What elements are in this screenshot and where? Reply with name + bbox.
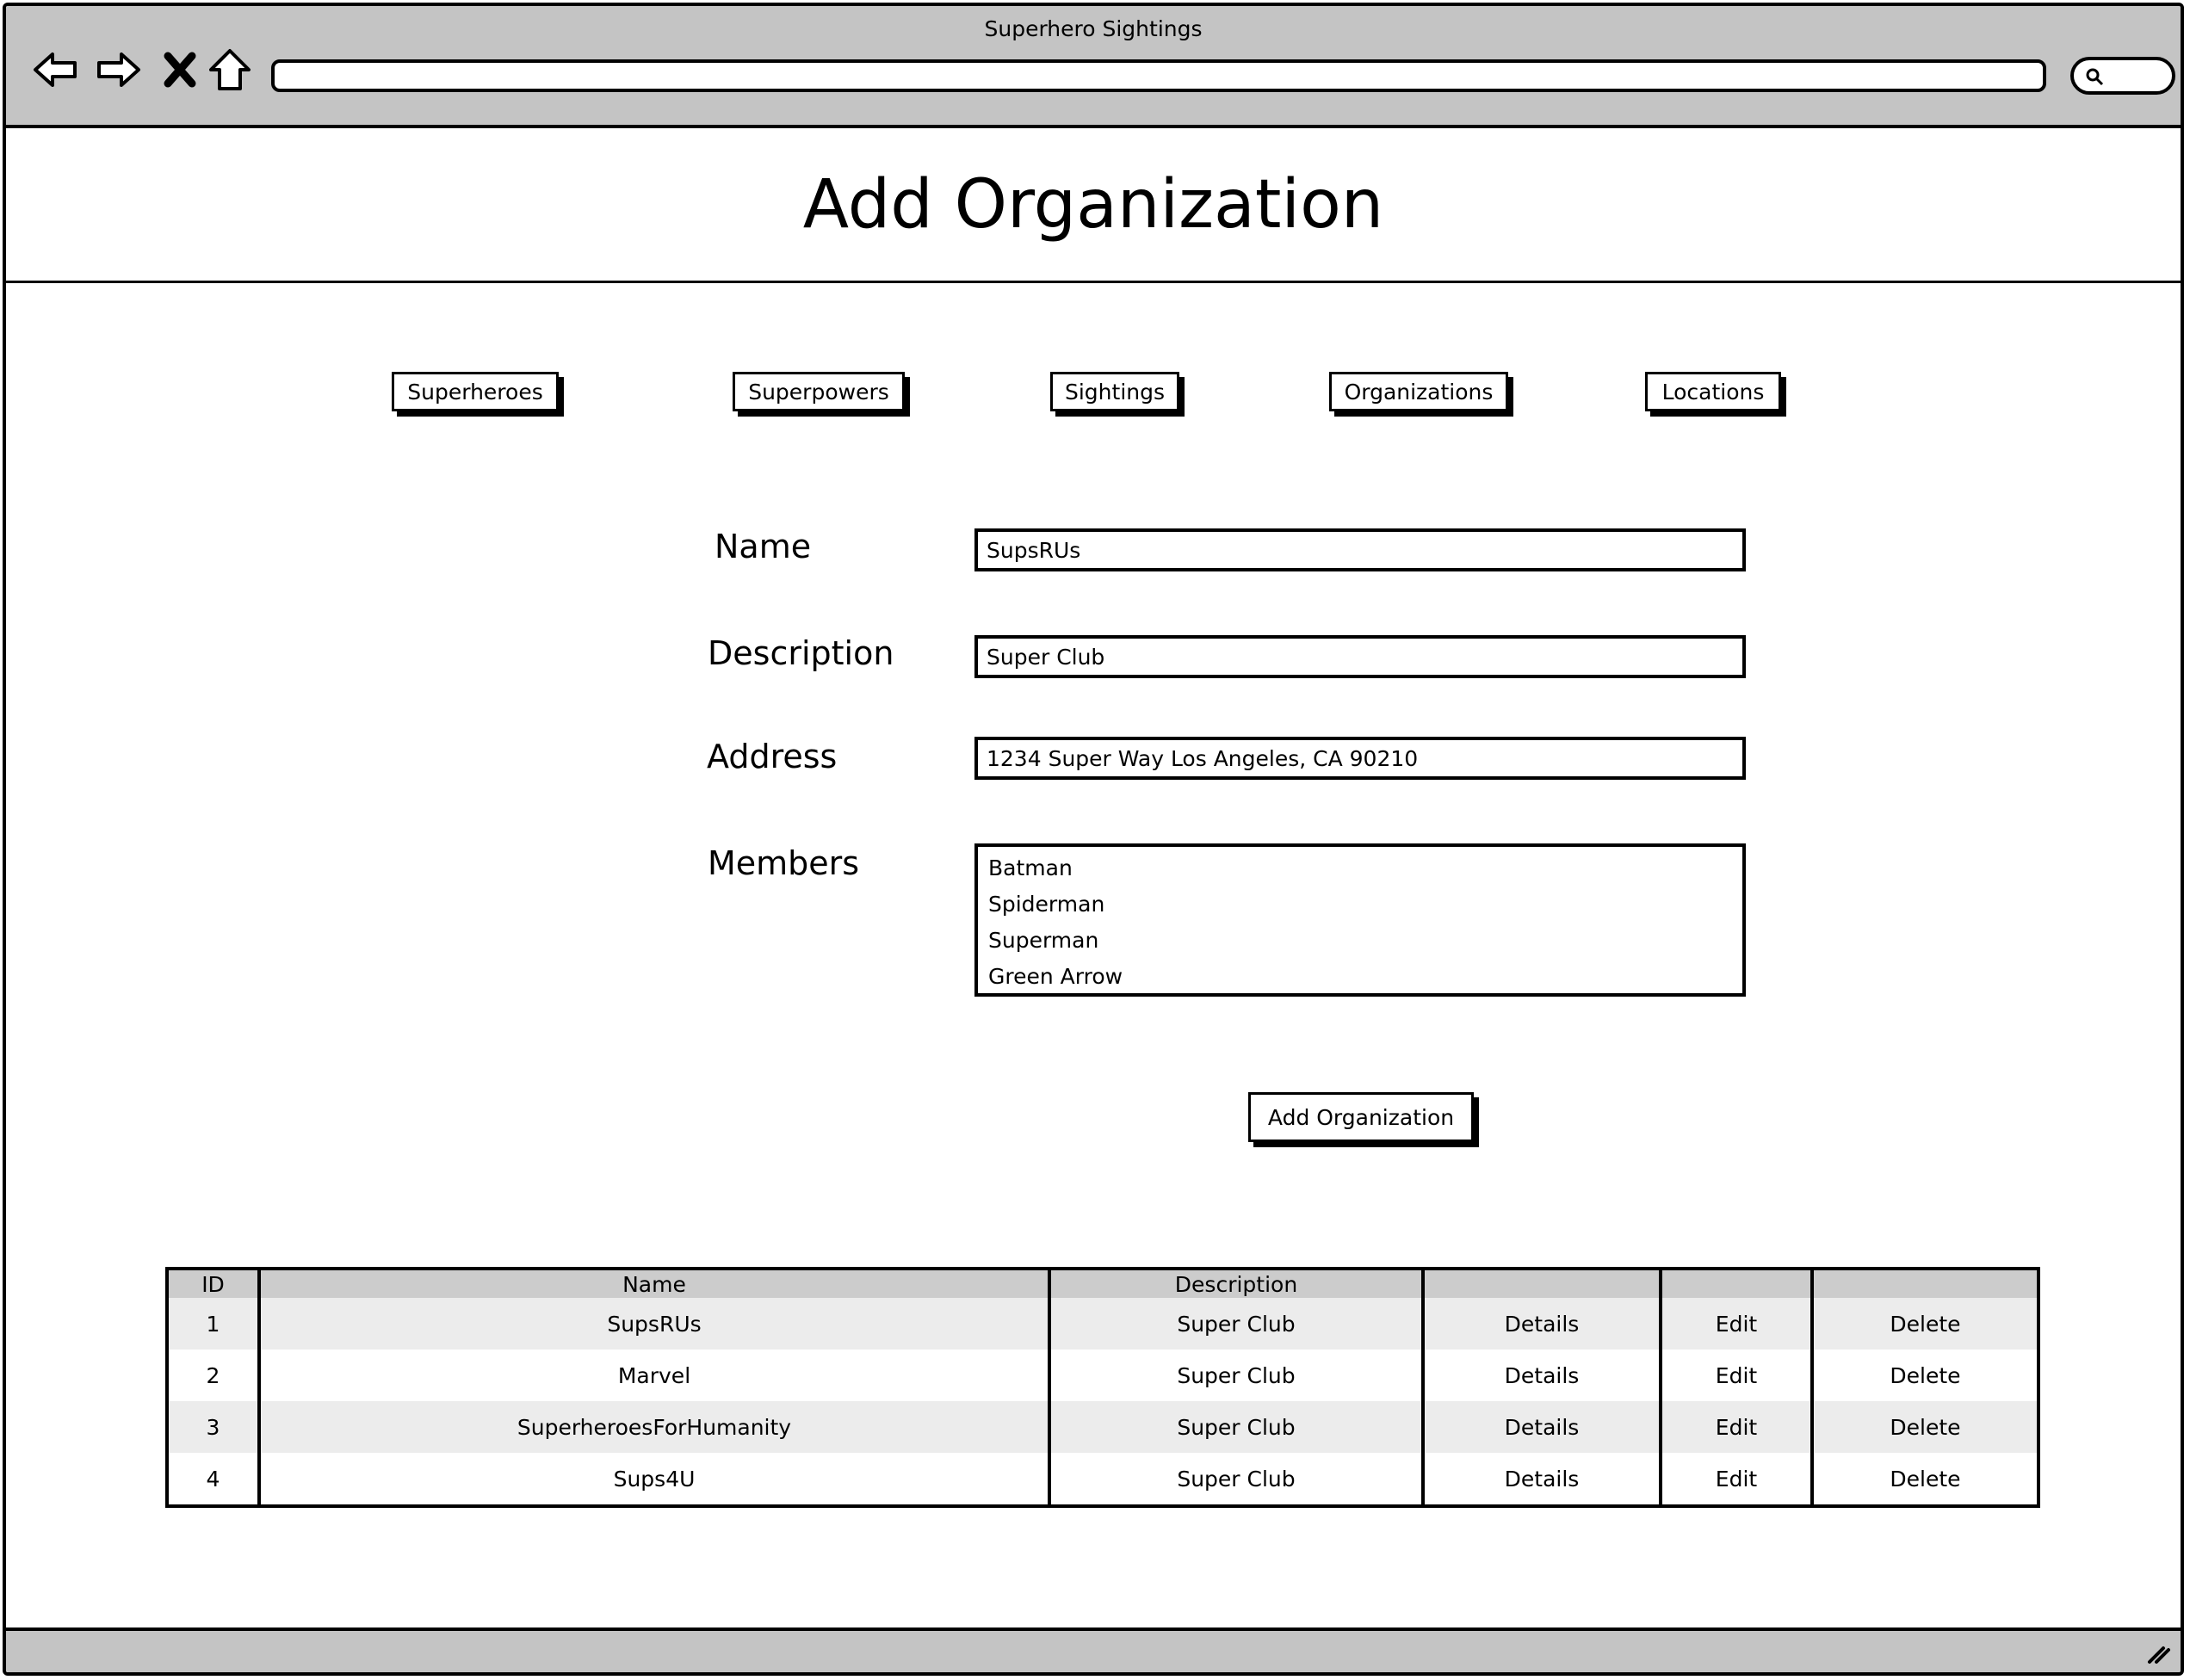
cell-id: 4 — [167, 1453, 259, 1506]
nav-superheroes-button[interactable]: Superheroes — [392, 372, 559, 411]
cell-description: Super Club — [1048, 1350, 1423, 1401]
cell-id: 3 — [167, 1401, 259, 1453]
edit-link[interactable]: Edit — [1659, 1350, 1812, 1401]
cell-name: Sups4U — [257, 1453, 1049, 1506]
search-icon — [2086, 68, 2104, 86]
address-label: Address — [707, 738, 838, 775]
nav-locations-button[interactable]: Locations — [1645, 372, 1781, 411]
edit-link[interactable]: Edit — [1659, 1401, 1812, 1453]
forward-arrow-icon[interactable] — [92, 44, 144, 96]
table-header-row: ID Name Description — [167, 1269, 2038, 1298]
delete-link[interactable]: Delete — [1810, 1453, 2038, 1506]
address-input[interactable]: 1234 Super Way Los Angeles, CA 90210 — [974, 737, 1746, 780]
column-header-edit — [1659, 1269, 1812, 1298]
table-row: 3 SuperheroesForHumanity Super Club Deta… — [167, 1401, 2038, 1453]
cell-description: Super Club — [1048, 1401, 1423, 1453]
delete-link[interactable]: Delete — [1810, 1401, 2038, 1453]
members-label: Members — [708, 844, 860, 882]
resize-grip-icon[interactable] — [2143, 1636, 2172, 1665]
description-input[interactable]: Super Club — [974, 635, 1746, 678]
details-link[interactable]: Details — [1421, 1298, 1661, 1350]
name-input[interactable]: SupsRUs — [974, 528, 1746, 571]
member-option[interactable]: Spiderman — [988, 886, 1732, 923]
column-header-details — [1421, 1269, 1661, 1298]
table-row: 1 SupsRUs Super Club Details Edit Delete — [167, 1298, 2038, 1350]
details-link[interactable]: Details — [1421, 1350, 1661, 1401]
details-link[interactable]: Details — [1421, 1401, 1661, 1453]
cell-description: Super Club — [1048, 1298, 1423, 1350]
nav-superpowers-button[interactable]: Superpowers — [733, 372, 905, 411]
url-input[interactable] — [271, 59, 2046, 92]
column-header-delete — [1810, 1269, 2038, 1298]
browser-window: Superhero Sightings Add Organization Sup… — [3, 3, 2184, 1676]
members-listbox[interactable]: Batman Spiderman Superman Green Arrow — [974, 843, 1746, 997]
member-option[interactable]: Batman — [988, 850, 1732, 886]
column-header-description: Description — [1048, 1269, 1423, 1298]
page-title: Add Organization — [802, 166, 1384, 244]
back-arrow-icon[interactable] — [30, 44, 82, 96]
member-option[interactable]: Superman — [988, 923, 1732, 959]
close-x-icon[interactable] — [154, 44, 206, 96]
cell-name: SuperheroesForHumanity — [257, 1401, 1049, 1453]
name-label: Name — [715, 528, 812, 565]
nav-organizations-button[interactable]: Organizations — [1329, 372, 1508, 411]
cell-name: SupsRUs — [257, 1298, 1049, 1350]
window-title: Superhero Sightings — [984, 16, 1203, 41]
edit-link[interactable]: Edit — [1659, 1298, 1812, 1350]
details-link[interactable]: Details — [1421, 1453, 1661, 1506]
column-header-name: Name — [257, 1269, 1049, 1298]
nav-sightings-button[interactable]: Sightings — [1050, 372, 1179, 411]
browser-toolbar: Superhero Sightings — [6, 6, 2181, 128]
cell-name: Marvel — [257, 1350, 1049, 1401]
page-header: Add Organization — [6, 128, 2181, 283]
column-header-id: ID — [167, 1269, 259, 1298]
status-bar — [6, 1628, 2181, 1672]
add-organization-button[interactable]: Add Organization — [1248, 1092, 1474, 1142]
cell-id: 1 — [167, 1298, 259, 1350]
organizations-table: ID Name Description 1 SupsRUs Super Club… — [165, 1267, 2040, 1508]
table-row: 2 Marvel Super Club Details Edit Delete — [167, 1350, 2038, 1401]
table-row: 4 Sups4U Super Club Details Edit Delete — [167, 1453, 2038, 1506]
search-button[interactable] — [2070, 57, 2175, 95]
delete-link[interactable]: Delete — [1810, 1350, 2038, 1401]
home-icon[interactable] — [204, 44, 256, 96]
delete-link[interactable]: Delete — [1810, 1298, 2038, 1350]
cell-id: 2 — [167, 1350, 259, 1401]
member-option[interactable]: Green Arrow — [988, 959, 1732, 993]
description-label: Description — [708, 634, 894, 672]
cell-description: Super Club — [1048, 1453, 1423, 1506]
edit-link[interactable]: Edit — [1659, 1453, 1812, 1506]
